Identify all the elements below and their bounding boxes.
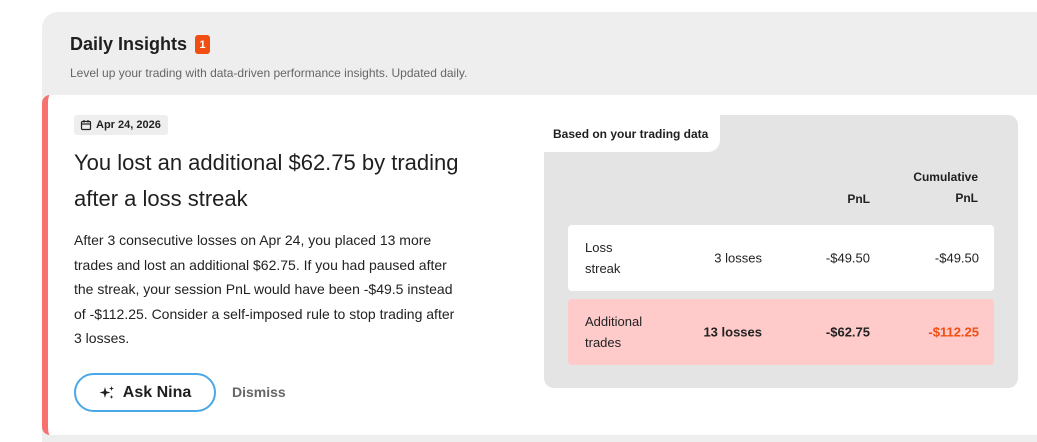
panel-header: Daily Insights 1 Level up your trading w…: [70, 34, 467, 80]
row-label-line: trades: [585, 335, 622, 350]
date-chip: Apr 24, 2026: [74, 115, 168, 135]
page-subtitle: Level up your trading with data-driven p…: [70, 66, 468, 80]
cumulative-pnl-cell: -$49.50: [934, 250, 979, 266]
title-row: Daily Insights 1: [70, 34, 467, 55]
pnl-column-header: PnL: [847, 192, 870, 206]
loss-count-cell: 13 losses: [703, 324, 762, 340]
body-line: trades and lost an additional $62.75. If…: [74, 256, 447, 273]
row-label-line: Loss: [585, 240, 613, 255]
row-label-line: streak: [585, 261, 621, 276]
calendar-icon: [80, 119, 92, 131]
loss-count-cell: 3 losses: [714, 250, 762, 266]
cumulative-pnl-cell: -$112.25: [928, 324, 979, 340]
row-label-line: Additional: [585, 314, 643, 329]
headline-line: You lost an additional $62.75 by trading: [74, 150, 459, 175]
count-badge: 1: [195, 35, 211, 54]
column-header-line: Cumulative: [913, 170, 978, 184]
sparkle-icon: [99, 385, 115, 401]
body-line: of -$112.25. Consider a self-imposed rul…: [74, 305, 455, 322]
dismiss-button[interactable]: Dismiss: [232, 384, 286, 400]
row-label: Loss streak: [585, 237, 620, 279]
ask-nina-label: Ask Nina: [122, 383, 192, 401]
pnl-cell: -$62.75: [825, 324, 870, 340]
trading-data-table: Based on your trading data PnL Cumulativ…: [544, 115, 1018, 388]
data-source-tab: Based on your trading data: [544, 115, 721, 152]
ask-nina-button[interactable]: Ask Nina: [74, 373, 216, 412]
body-line: 3 losses.: [74, 330, 130, 347]
insight-date: Apr 24, 2026: [96, 119, 161, 131]
page-title: Daily Insights: [70, 34, 188, 54]
body-line: After 3 consecutive losses on Apr 24, yo…: [74, 232, 432, 248]
body-line: the streak, your session PnL would have …: [74, 281, 453, 298]
insight-headline: You lost an additional $62.75 by trading…: [74, 145, 524, 217]
insight-body: After 3 consecutive losses on Apr 24, yo…: [74, 228, 534, 351]
table-row-loss-streak: Loss streak 3 losses -$49.50 -$49.50: [568, 225, 994, 291]
table-row-additional-trades: Additional trades 13 losses -$62.75 -$11…: [568, 299, 994, 365]
row-label: Additional trades: [585, 311, 642, 353]
cumulative-pnl-column-header: Cumulative PnL: [913, 167, 978, 209]
insight-card: Apr 24, 2026 You lost an additional $62.…: [42, 95, 1037, 435]
pnl-cell: -$49.50: [825, 250, 870, 266]
headline-line: after a loss streak: [74, 186, 248, 211]
column-header-line: PnL: [955, 191, 978, 205]
